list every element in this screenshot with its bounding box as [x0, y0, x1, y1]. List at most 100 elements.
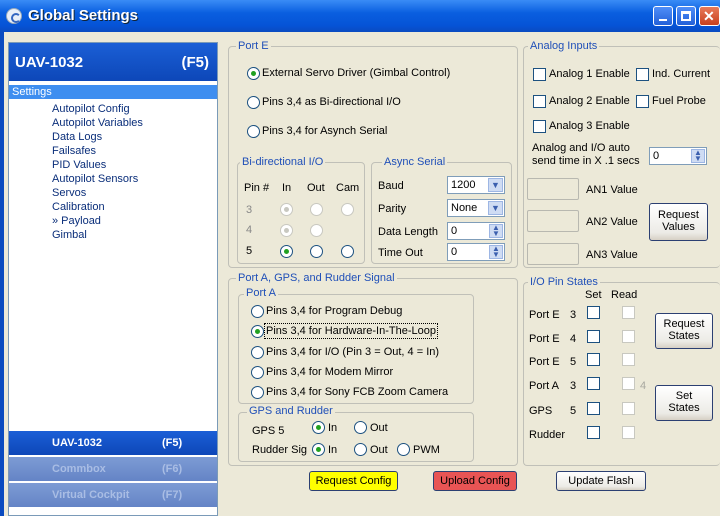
bidir-title: Bi-directional I/O: [240, 156, 326, 168]
io-title: I/O Pin States: [528, 276, 600, 288]
gps-in-label: In: [328, 422, 338, 434]
port-a-option-camera-label: Pins 3,4 for Sony FCB Zoom Camera: [266, 386, 449, 398]
sidebar-header-key: (F5): [181, 54, 210, 71]
auto-send-stepper[interactable]: 0 ▲ ▼: [649, 147, 707, 165]
bidir-header-pin: Pin #: [244, 182, 270, 194]
io-set-checkbox[interactable]: [587, 377, 600, 390]
an2-value-box: [527, 210, 579, 232]
port-a-option-debug[interactable]: [251, 305, 264, 318]
io-read-checkbox: [622, 402, 635, 415]
io-read-checkbox: [622, 353, 635, 366]
close-button[interactable]: ✕: [699, 6, 720, 26]
bar-key: (F5): [162, 437, 183, 449]
window-title: Global Settings: [28, 7, 139, 24]
sidebar-bar-commbox[interactable]: Commbox (F6): [9, 457, 217, 481]
bidir-pin-label: 3: [246, 204, 253, 216]
sidebar-item-autopilot-config[interactable]: Autopilot Config: [52, 102, 130, 116]
bidir-pin4-out[interactable]: [310, 224, 323, 237]
bidir-header-in: In: [282, 182, 292, 194]
port-e-option-servo[interactable]: [247, 67, 260, 80]
analog1-checkbox[interactable]: [533, 68, 546, 81]
port-a-option-io[interactable]: [251, 346, 264, 359]
bidir-pin3-in[interactable]: [280, 203, 293, 216]
io-set-checkbox[interactable]: [587, 330, 600, 343]
auto-send-label-1: Analog and I/O auto: [532, 142, 630, 154]
rudder-in-radio[interactable]: [312, 443, 325, 456]
sidebar-item-servos[interactable]: Servos: [52, 186, 86, 200]
spin-icon[interactable]: ▲ ▼: [691, 149, 705, 163]
sidebar-item-data-logs[interactable]: Data Logs: [52, 130, 102, 144]
bidir-pin5-cam[interactable]: [341, 245, 354, 258]
bidir-pin3-cam[interactable]: [341, 203, 354, 216]
sidebar-item-calibration[interactable]: Calibration: [52, 200, 105, 214]
request-states-button[interactable]: Request States: [655, 313, 713, 349]
port-e-option-bidir[interactable]: [247, 96, 260, 109]
baud-select[interactable]: 1200 ▼: [447, 176, 505, 194]
sidebar-item-settings[interactable]: Settings: [9, 85, 217, 99]
minimize-button[interactable]: [653, 6, 673, 26]
rudder-pwm-radio[interactable]: [397, 443, 410, 456]
sidebar-item-pid-values[interactable]: PID Values: [52, 158, 106, 172]
sidebar-bar-virtual-cockpit[interactable]: Virtual Cockpit (F7): [9, 483, 217, 507]
chevron-down-icon: ▼: [488, 178, 503, 192]
io-set-checkbox[interactable]: [587, 402, 600, 415]
fuel-probe-label: Fuel Probe: [652, 95, 706, 107]
bar-label: Virtual Cockpit: [52, 489, 130, 501]
sidebar-bar-uav[interactable]: UAV-1032 (F5): [9, 431, 217, 455]
gps-out-label: Out: [370, 422, 388, 434]
parity-select[interactable]: None ▼: [447, 199, 505, 217]
rudder-label: Rudder Sig: [252, 444, 308, 456]
sidebar-item-autopilot-sensors[interactable]: Autopilot Sensors: [52, 172, 138, 186]
bidir-pin4-in[interactable]: [280, 224, 293, 237]
io-read-checkbox: [622, 306, 635, 319]
port-a-option-hil[interactable]: [251, 325, 264, 338]
sidebar-item-payload[interactable]: » Payload: [52, 214, 101, 228]
port-a-option-io-label: Pins 3,4 for I/O (Pin 3 = Out, 4 = In): [266, 346, 440, 358]
gps-out-radio[interactable]: [354, 421, 367, 434]
bidir-pin3-out[interactable]: [310, 203, 323, 216]
update-flash-button[interactable]: Update Flash: [556, 471, 646, 491]
bidir-header-cam: Cam: [336, 182, 360, 194]
data-length-stepper[interactable]: 0 ▲ ▼: [447, 222, 505, 240]
button-label: Request: [658, 209, 699, 221]
gps-in-radio[interactable]: [312, 421, 325, 434]
fuel-probe-checkbox[interactable]: [636, 95, 649, 108]
baud-value: 1200: [451, 179, 476, 191]
io-read-checkbox: [622, 426, 635, 439]
port-a-option-debug-label: Pins 3,4 for Program Debug: [266, 305, 403, 317]
parity-value: None: [451, 202, 478, 214]
analog3-checkbox[interactable]: [533, 120, 546, 133]
port-a-option-hil-label: Pins 3,4 for Hardware-In-The-Loop: [264, 323, 438, 339]
ind-current-checkbox[interactable]: [636, 68, 649, 81]
upload-config-button[interactable]: Upload Config: [433, 471, 517, 491]
maximize-button[interactable]: [676, 6, 696, 26]
analog2-checkbox[interactable]: [533, 95, 546, 108]
io-set-checkbox[interactable]: [587, 306, 600, 319]
rudder-out-radio[interactable]: [354, 443, 367, 456]
spin-icon[interactable]: ▲ ▼: [489, 224, 503, 238]
sidebar: UAV-1032 (F5) Settings Autopilot Config …: [8, 42, 218, 516]
maximize-icon: [681, 11, 691, 21]
request-config-button[interactable]: Request Config: [309, 471, 398, 491]
io-set-checkbox[interactable]: [587, 426, 600, 439]
set-states-button[interactable]: Set States: [655, 385, 713, 421]
request-values-button[interactable]: Request Values: [649, 203, 708, 241]
io-port-label: Port E: [529, 309, 560, 321]
sidebar-header: UAV-1032 (F5): [9, 43, 217, 81]
sidebar-item-failsafes[interactable]: Failsafes: [52, 144, 96, 158]
bar-key: (F7): [162, 489, 183, 501]
window-titlebar[interactable]: Global Settings ✕: [0, 0, 720, 32]
port-a-option-camera[interactable]: [251, 386, 264, 399]
port-e-option-async[interactable]: [247, 125, 260, 138]
io-port-label: Port E: [529, 356, 560, 368]
spin-icon[interactable]: ▲ ▼: [489, 245, 503, 259]
sidebar-item-autopilot-variables[interactable]: Autopilot Variables: [52, 116, 143, 130]
port-a-option-modem[interactable]: [251, 366, 264, 379]
io-set-checkbox[interactable]: [587, 353, 600, 366]
bidir-pin-label: 4: [246, 224, 253, 236]
bidir-pin5-out[interactable]: [310, 245, 323, 258]
timeout-stepper[interactable]: 0 ▲ ▼: [447, 243, 505, 261]
sidebar-item-gimbal[interactable]: Gimbal: [52, 228, 87, 242]
an2-label: AN2 Value: [586, 216, 638, 228]
bidir-pin5-in[interactable]: [280, 245, 293, 258]
